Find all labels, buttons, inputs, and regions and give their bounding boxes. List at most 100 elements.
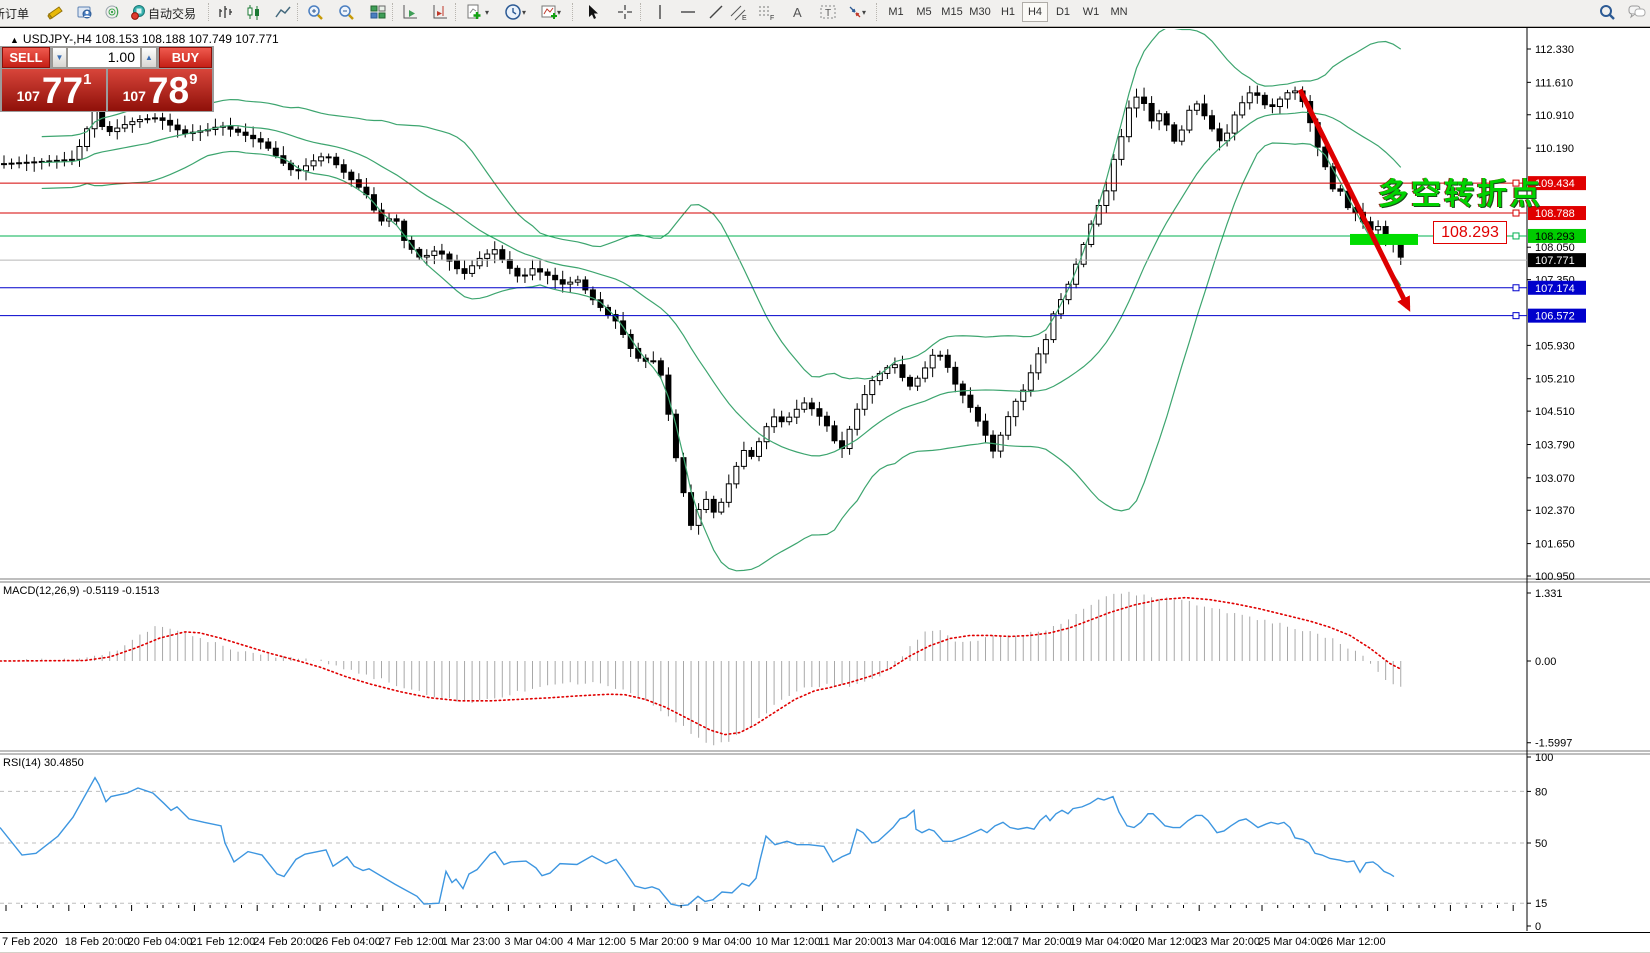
horizontal-line-tool-icon[interactable] (675, 1, 701, 23)
zoom-in-icon[interactable] (302, 1, 328, 23)
price-axis-badge-value: 107.174 (1535, 283, 1575, 295)
period-dropdown[interactable]: ▾ (522, 8, 526, 17)
buy-price-figure: 107 (123, 88, 146, 104)
svg-text:F: F (770, 15, 774, 21)
price-axis-tick: 105.210 (1535, 374, 1575, 386)
time-axis-label: 19 Mar 04:00 (1070, 936, 1135, 948)
price-axis-tick: 111.610 (1535, 77, 1573, 89)
macd-signal-line (0, 598, 1400, 735)
svg-text:E: E (742, 15, 747, 21)
chart-title: ▲USDJPY-,H4 108.153 108.188 107.749 107.… (10, 32, 279, 46)
tab-timeframe-h4[interactable]: H4 (1022, 2, 1048, 22)
tab-timeframe-w1[interactable]: W1 (1078, 2, 1104, 22)
time-axis-label: 24 Feb 20:00 (253, 936, 318, 948)
auto-trading-label[interactable]: 自动交易 (148, 5, 196, 22)
signals-icon[interactable] (100, 1, 126, 23)
time-axis-label: 16 Mar 12:00 (944, 936, 1009, 948)
vertical-line-tool-icon[interactable] (647, 1, 673, 23)
crosshair-tool-icon[interactable] (612, 1, 638, 23)
time-axis-label: 5 Mar 20:00 (630, 936, 689, 948)
new-chart-dropdown[interactable]: ▾ (485, 8, 489, 17)
chat-icon[interactable] (1624, 1, 1650, 23)
search-icon[interactable] (1594, 1, 1620, 23)
text-tool-icon[interactable]: A (785, 1, 811, 23)
accounts-icon[interactable] (72, 1, 98, 23)
rsi-indicator-label: RSI(14) 30.4850 (3, 757, 84, 769)
main-toolbar: 新订单 自动交易 ▾ ▾ ▾ (0, 0, 1650, 27)
time-axis-label: 1 Mar 23:00 (442, 936, 501, 948)
time-axis-label: 26 Mar 12:00 (1321, 936, 1386, 948)
bar-chart-mode-icon[interactable] (212, 1, 238, 23)
tab-timeframe-d1[interactable]: D1 (1050, 2, 1076, 22)
line-endpoint-marker[interactable] (1513, 313, 1519, 319)
line-chart-mode-icon[interactable] (270, 1, 296, 23)
svg-text:A: A (793, 5, 802, 20)
macd-indicator-label: MACD(12,26,9) -0.5119 -0.1513 (3, 585, 159, 597)
price-axis-tick: 110.190 (1535, 143, 1574, 155)
new-chart-icon[interactable] (461, 1, 487, 23)
price-axis-badge-value: 107.771 (1535, 255, 1575, 267)
time-axis-label: 26 Feb 04:00 (316, 936, 381, 948)
price-axis-tick: 110.910 (1535, 110, 1574, 122)
price-chart-svg: 112.330111.610110.910110.190108.050107.3… (0, 28, 1650, 951)
turning-point-annotation[interactable]: 多空转折点 (1378, 169, 1543, 213)
tab-timeframe-m1[interactable]: M1 (883, 2, 909, 22)
chart-symbol-marker-icon: ▲ (10, 35, 19, 45)
shapes-dropdown[interactable]: ▾ (862, 8, 866, 17)
sell-button[interactable]: SELL (2, 47, 50, 68)
chart-shift-icon[interactable] (427, 1, 453, 23)
auto-scroll-icon[interactable] (397, 1, 423, 23)
one-click-trading-panel: SELL ▼ 1.00 ▲ BUY 107 77 1 107 78 9 (0, 46, 214, 112)
macd-axis-tick: 1.331 (1535, 588, 1563, 600)
time-axis-label: 25 Mar 04:00 (1258, 936, 1323, 948)
volume-decrease-button[interactable]: ▼ (52, 47, 67, 68)
channel-tool-icon[interactable]: E (726, 1, 752, 23)
volume-input[interactable]: 1.00 (67, 47, 141, 68)
tile-windows-icon[interactable] (365, 1, 391, 23)
time-axis[interactable]: 7 Feb 202018 Feb 20:0020 Feb 04:0021 Feb… (0, 932, 1650, 952)
macd-axis-tick: 0.00 (1535, 656, 1556, 668)
buy-button[interactable]: BUY (159, 47, 212, 68)
price-axis-tick: 105.930 (1535, 340, 1575, 352)
cursor-tool-icon[interactable] (580, 1, 606, 23)
sell-price-point: 1 (83, 71, 91, 88)
time-axis-label: 13 Mar 04:00 (881, 936, 946, 948)
time-axis-label: 17 Mar 20:00 (1007, 936, 1072, 948)
rsi-axis-tick: 80 (1535, 786, 1547, 798)
buy-price-point: 9 (189, 71, 197, 88)
time-axis-label: 10 Mar 12:00 (756, 936, 821, 948)
time-axis-label: 18 Feb 20:00 (65, 936, 130, 948)
indicators-dropdown[interactable]: ▾ (557, 8, 561, 17)
price-axis-tick: 103.790 (1535, 439, 1575, 451)
candlestick-mode-icon[interactable] (241, 1, 267, 23)
zoom-out-icon[interactable] (333, 1, 359, 23)
sell-price-pips: 77 (42, 74, 83, 108)
tab-timeframe-m15[interactable]: M15 (939, 2, 965, 22)
fibonacci-tool-icon[interactable]: F (754, 1, 780, 23)
time-axis-label: 23 Mar 20:00 (1195, 936, 1260, 948)
time-axis-label: 11 Mar 20:00 (818, 936, 882, 948)
tab-timeframe-mn[interactable]: MN (1106, 2, 1132, 22)
time-axis-label: 7 Feb 2020 (2, 936, 58, 948)
tab-timeframe-h1[interactable]: H1 (995, 2, 1021, 22)
price-axis-tick: 101.650 (1535, 539, 1575, 551)
volume-increase-button[interactable]: ▲ (141, 47, 157, 68)
price-axis-tick: 103.070 (1535, 473, 1575, 485)
price-callout-label[interactable]: 108.293 (1433, 221, 1507, 244)
market-watch-icon[interactable] (42, 1, 68, 23)
line-endpoint-marker[interactable] (1513, 233, 1519, 239)
rsi-line (0, 778, 1394, 906)
time-axis-label: 20 Mar 12:00 (1132, 936, 1197, 948)
macd-axis-tick: -1.5997 (1535, 738, 1572, 750)
time-axis-label: 3 Mar 04:00 (504, 936, 563, 948)
buy-quote[interactable]: 107 78 9 (108, 69, 212, 111)
support-highlight-rect[interactable] (1350, 234, 1418, 245)
line-endpoint-marker[interactable] (1513, 285, 1519, 291)
text-label-tool-icon[interactable]: T (815, 1, 841, 23)
new-order-button[interactable]: 新订单 (0, 5, 41, 22)
price-axis-tick: 112.330 (1535, 44, 1574, 56)
tab-timeframe-m30[interactable]: M30 (967, 2, 993, 22)
sell-quote[interactable]: 107 77 1 (2, 69, 106, 111)
tab-timeframe-m5[interactable]: M5 (911, 2, 937, 22)
candlestick-series (2, 85, 1404, 534)
